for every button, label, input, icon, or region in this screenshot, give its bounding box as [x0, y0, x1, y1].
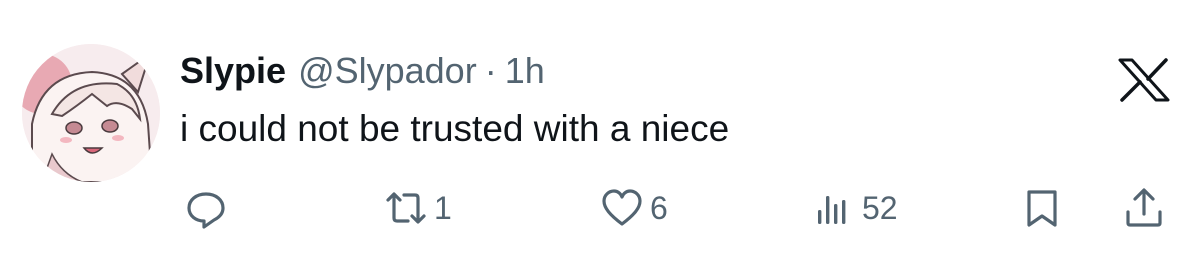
views-icon	[812, 186, 856, 230]
heart-icon	[600, 186, 644, 230]
tweet-card[interactable]: Slypie @Slypador · 1h i could not be tru…	[0, 0, 1200, 270]
views-button[interactable]: 52	[812, 180, 898, 236]
tweet-text: i could not be trusted with a niece	[180, 108, 730, 149]
share-icon	[1122, 186, 1166, 230]
reply-button[interactable]	[184, 180, 228, 236]
x-logo-icon[interactable]	[1118, 58, 1170, 102]
avatar-illustration	[22, 44, 160, 182]
display-name[interactable]: Slypie	[180, 50, 286, 92]
like-count: 6	[650, 189, 668, 226]
retweet-count: 1	[434, 189, 452, 226]
user-handle[interactable]: @Slypador	[298, 50, 477, 92]
like-button[interactable]: 6	[600, 180, 668, 236]
retweet-icon	[384, 186, 428, 230]
reply-icon	[184, 186, 228, 230]
share-button[interactable]	[1122, 180, 1166, 236]
action-bar: 1 6 52	[0, 180, 1200, 236]
bookmark-icon	[1020, 186, 1064, 230]
separator-dot: ·	[484, 50, 497, 91]
avatar[interactable]	[22, 44, 160, 182]
retweet-button[interactable]: 1	[384, 180, 452, 236]
views-count: 52	[862, 189, 898, 226]
tweet-header: Slypie @Slypador · 1h	[180, 50, 545, 94]
bookmark-button[interactable]	[1020, 180, 1064, 236]
timestamp[interactable]: 1h	[505, 50, 545, 92]
